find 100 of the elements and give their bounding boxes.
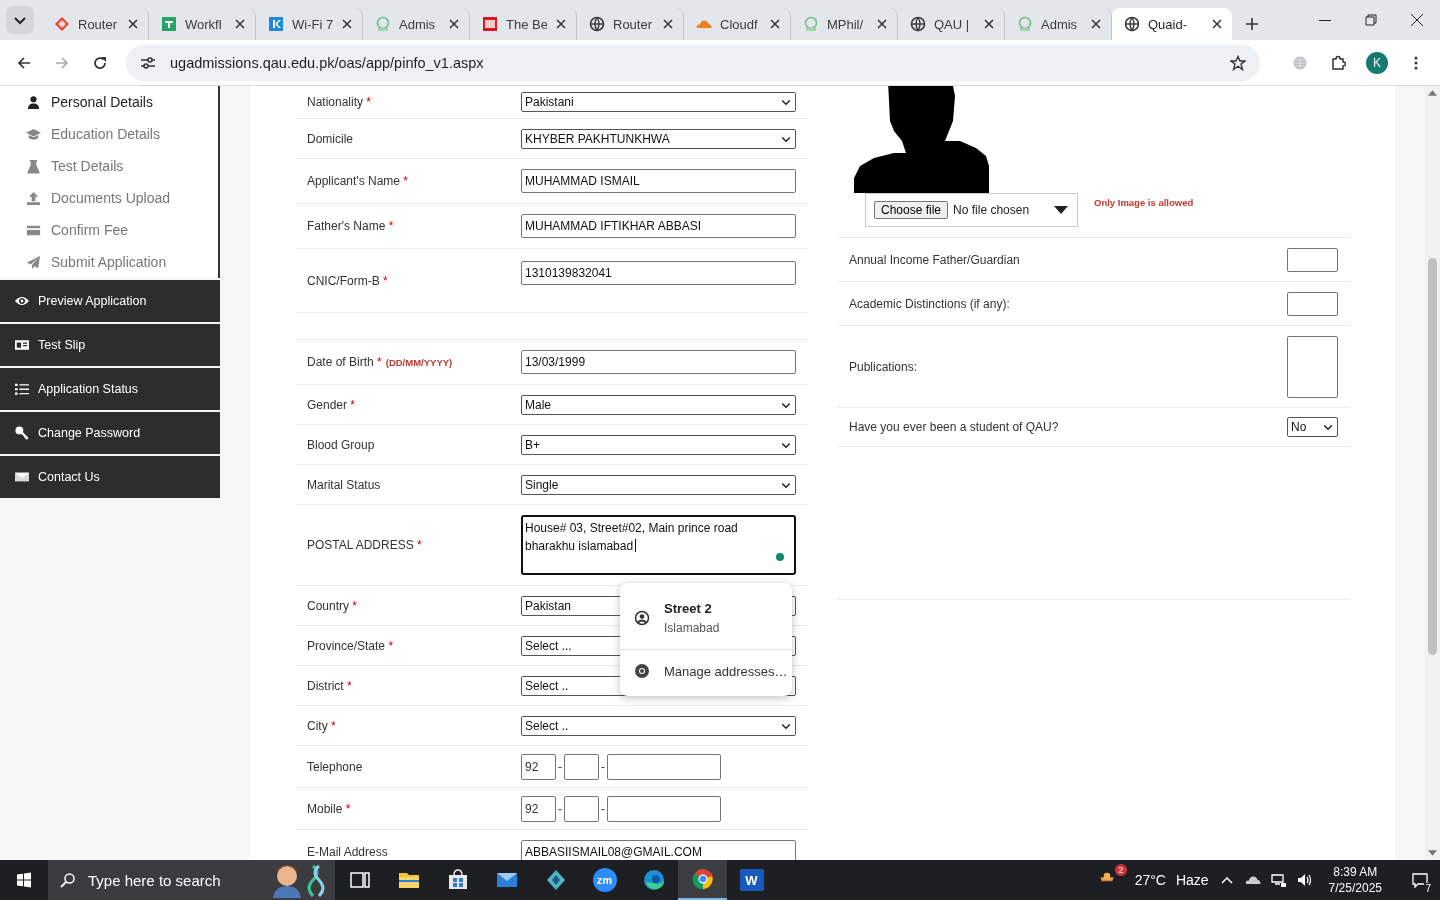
field-label: Province/State * bbox=[307, 638, 394, 653]
key-icon bbox=[15, 426, 29, 440]
extensions-icon bbox=[1330, 54, 1346, 71]
file-status: No file chosen bbox=[953, 203, 1031, 217]
text-field[interactable] bbox=[1287, 247, 1338, 272]
autofill-suggestion[interactable]: Street 2 Islamabad bbox=[620, 589, 792, 647]
close-icon[interactable] bbox=[662, 18, 674, 30]
address-field[interactable]: House# 03, Street#02, Main prince road bharakhu islamabad bbox=[521, 515, 796, 575]
diamond-icon bbox=[54, 16, 70, 32]
close-icon[interactable] bbox=[448, 18, 460, 30]
back-icon bbox=[16, 54, 32, 71]
sidebar-step[interactable]: Submit Application bbox=[26, 246, 218, 278]
taskbar-clock[interactable]: 8:39 AM 7/25/2025 bbox=[1328, 864, 1382, 896]
close-icon[interactable] bbox=[1211, 18, 1223, 30]
upload-icon bbox=[26, 190, 41, 206]
text-field[interactable]: 92 bbox=[521, 753, 556, 780]
dash-separator: - bbox=[601, 801, 605, 816]
scrollbar-thumb[interactable] bbox=[1428, 258, 1437, 655]
sidebar-step[interactable]: Education Details bbox=[26, 118, 218, 150]
sidebar-menu-item[interactable]: Change Password bbox=[0, 412, 220, 454]
network-icon[interactable] bbox=[1270, 872, 1287, 888]
profile-avatar[interactable]: K bbox=[1366, 51, 1388, 74]
sidebar-step[interactable]: Documents Upload bbox=[26, 182, 218, 214]
person-silhouette-icon bbox=[854, 86, 990, 193]
upload-note: Only Image is allowed bbox=[1094, 197, 1194, 208]
sidebar-menu-item[interactable]: Application Status bbox=[0, 368, 220, 410]
text-field[interactable] bbox=[607, 795, 721, 822]
envelope-icon bbox=[15, 470, 29, 484]
address-bar[interactable]: ugadmissions.qau.edu.pk/oas/app/pinfo_v1.aspx bbox=[126, 44, 1260, 81]
field-label: E-Mail Address bbox=[307, 845, 388, 859]
dropdown[interactable]: Select .. bbox=[521, 715, 796, 736]
browser-tab[interactable]: Quaid- bbox=[1112, 8, 1232, 40]
dropdown[interactable]: KHYBER PAKHTUNKHWA bbox=[521, 128, 796, 149]
dash-separator: - bbox=[558, 801, 562, 816]
field-label: Mobile * bbox=[307, 801, 351, 816]
text-field[interactable]: 1310139832041 bbox=[521, 261, 796, 285]
field-label: Domicile bbox=[307, 131, 353, 146]
bookmark-star-icon[interactable] bbox=[1230, 54, 1246, 71]
close-icon[interactable] bbox=[341, 18, 353, 30]
field-label: Father's Name * bbox=[307, 219, 394, 233]
field-label: Academic Distinctions (if any): bbox=[849, 296, 1010, 311]
site-logo-icon bbox=[268, 16, 284, 32]
close-icon[interactable] bbox=[127, 18, 139, 30]
field-label: POSTAL ADDRESS * bbox=[307, 538, 422, 552]
text-field[interactable] bbox=[1287, 291, 1338, 316]
text-field[interactable]: MUHAMMAD ISMAIL bbox=[521, 169, 796, 193]
checklist-icon bbox=[15, 382, 29, 396]
close-icon[interactable] bbox=[1090, 18, 1102, 30]
file-upload-field[interactable]: Choose file No file chosen bbox=[865, 193, 1078, 227]
field-label: Blood Group bbox=[307, 437, 375, 452]
text-field[interactable]: MUHAMMAD IFTIKHAR ABBASI bbox=[521, 214, 796, 238]
notification-center-button[interactable]: 7 bbox=[1400, 860, 1440, 900]
text-field[interactable] bbox=[564, 795, 599, 822]
minimize-icon bbox=[1319, 19, 1331, 21]
close-icon[interactable] bbox=[769, 18, 781, 30]
sidebar-menu-item[interactable]: Contact Us bbox=[0, 456, 220, 498]
sidebar-menu-item[interactable]: Test Slip bbox=[0, 324, 220, 366]
crest-icon bbox=[375, 16, 391, 32]
sidebar-step[interactable]: Personal Details bbox=[26, 86, 218, 118]
sidebar-menu-item[interactable]: Preview Application bbox=[0, 280, 220, 322]
clock-time: 8:39 AM bbox=[1333, 864, 1378, 880]
notification-badge: 2 bbox=[1114, 864, 1127, 876]
dropdown[interactable]: Pakistani bbox=[521, 92, 796, 112]
close-icon[interactable] bbox=[876, 18, 888, 30]
dropdown[interactable]: Single bbox=[521, 474, 796, 495]
restore-icon bbox=[1363, 12, 1379, 28]
field-label: Nationality * bbox=[307, 95, 372, 109]
close-icon[interactable] bbox=[234, 18, 246, 30]
close-icon[interactable] bbox=[555, 18, 567, 30]
globe-icon bbox=[1124, 16, 1140, 32]
choose-file-button[interactable]: Choose file bbox=[874, 201, 949, 219]
status-dot-icon bbox=[776, 553, 784, 561]
dropdown[interactable]: Male bbox=[521, 394, 796, 415]
field-label: Marital Status bbox=[307, 477, 381, 492]
dropdown[interactable]: No bbox=[1287, 417, 1338, 437]
text-field[interactable] bbox=[564, 753, 599, 780]
tab-list-button[interactable] bbox=[6, 6, 34, 34]
taskbar-app[interactable] bbox=[678, 860, 727, 900]
speaker-icon[interactable] bbox=[1296, 872, 1313, 888]
taskbar-search-field[interactable]: Type here to search bbox=[48, 860, 335, 900]
text-field[interactable]: 92 bbox=[521, 795, 556, 822]
sidebar-step[interactable]: Test Details bbox=[26, 150, 218, 182]
text-field[interactable]: 13/03/1999 bbox=[521, 350, 796, 374]
text-field[interactable]: ABBASIISMAIL08@GMAIL.COM bbox=[521, 840, 796, 860]
forward-icon bbox=[54, 54, 70, 71]
taskbar-app[interactable]: W bbox=[727, 860, 776, 900]
field-label: Gender * bbox=[307, 397, 356, 412]
clock-date: 7/25/2025 bbox=[1328, 880, 1382, 896]
spreadsheet-icon bbox=[161, 16, 177, 32]
globe-icon bbox=[910, 16, 926, 32]
field-label: Telephone bbox=[307, 759, 363, 774]
account-icon bbox=[634, 610, 650, 626]
text-area[interactable] bbox=[1287, 335, 1338, 398]
sidebar-step[interactable]: Confirm Fee bbox=[26, 214, 218, 246]
close-icon[interactable] bbox=[983, 18, 995, 30]
text-field[interactable] bbox=[607, 753, 721, 780]
dropdown[interactable]: B+ bbox=[521, 434, 796, 455]
flask-icon bbox=[26, 158, 41, 174]
manage-addresses-item[interactable]: Manage addresses… bbox=[620, 652, 792, 690]
field-label: Applicant's Name * bbox=[307, 174, 408, 188]
